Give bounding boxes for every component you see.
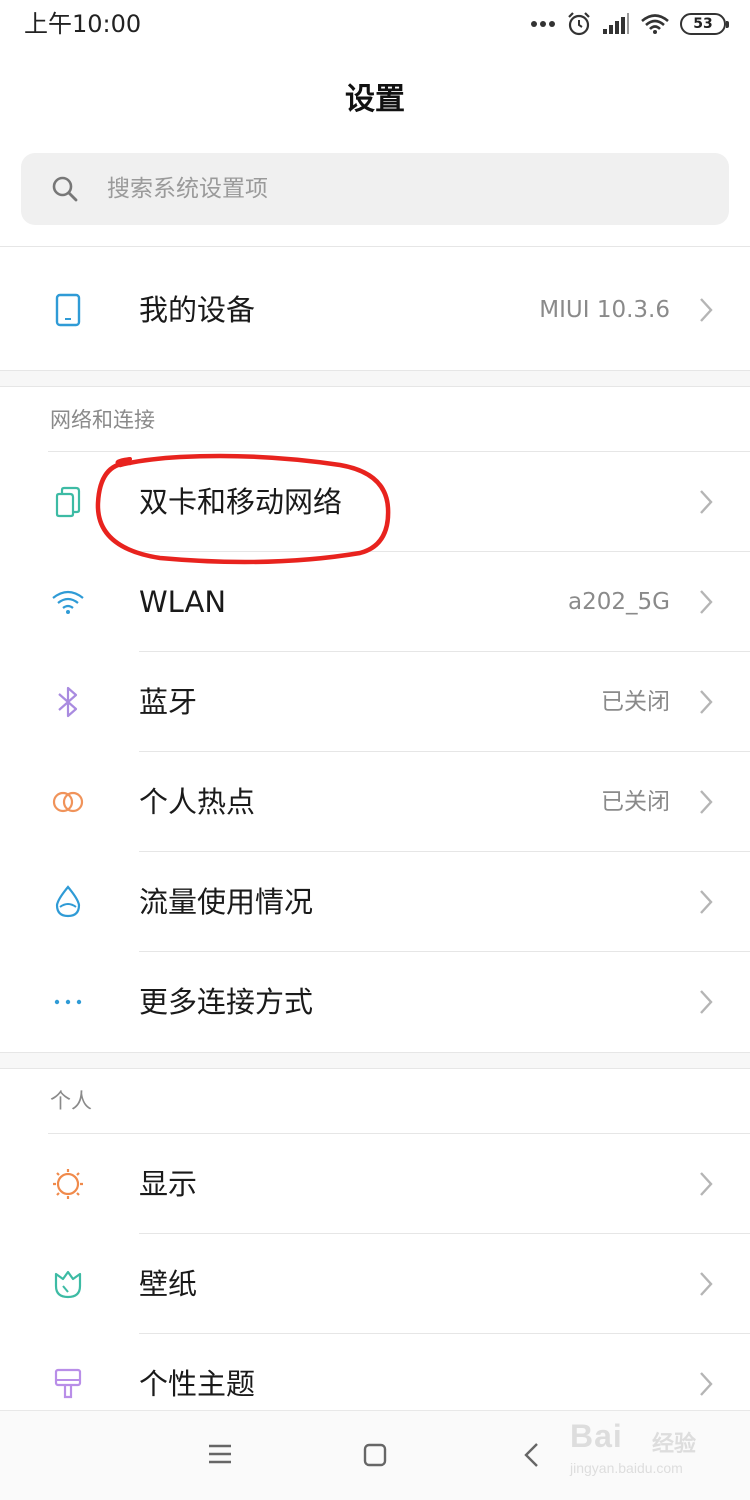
hotspot-value: 已关闭 xyxy=(601,789,670,815)
data-usage-icon xyxy=(48,882,88,922)
sim-card-icon xyxy=(48,482,88,522)
watermark-brand-cn: 经验 xyxy=(652,1432,697,1457)
alarm-icon xyxy=(566,11,592,37)
status-icons: 53 xyxy=(530,8,729,40)
chevron-right-icon xyxy=(698,488,714,520)
chevron-right-icon xyxy=(698,588,714,620)
watermark-brand: Bai xyxy=(570,1418,623,1454)
wifi-status-icon xyxy=(640,13,670,35)
display-label: 显示 xyxy=(139,1167,198,1201)
sidebar-item-bluetooth[interactable]: 蓝牙 已关闭 xyxy=(0,652,750,752)
display-sun-icon xyxy=(48,1164,88,1204)
search-input[interactable]: 搜索系统设置项 xyxy=(21,153,729,225)
sidebar-item-dual-sim[interactable]: 双卡和移动网络 xyxy=(0,452,750,552)
status-bar: 上午10:00 53 xyxy=(0,0,750,48)
signal-icon xyxy=(602,13,630,35)
section-gap xyxy=(0,370,750,387)
page-title: 设置 xyxy=(345,82,405,117)
sidebar-item-data-usage[interactable]: 流量使用情况 xyxy=(0,852,750,952)
wifi-icon xyxy=(48,582,88,622)
more-connections-label: 更多连接方式 xyxy=(139,985,314,1019)
chevron-right-icon xyxy=(698,1170,714,1202)
hotspot-label: 个人热点 xyxy=(139,785,256,819)
search-icon xyxy=(51,175,79,207)
bluetooth-label: 蓝牙 xyxy=(139,685,198,719)
chevron-right-icon xyxy=(698,788,714,820)
wlan-label: WLAN xyxy=(139,585,227,619)
phone-icon xyxy=(48,290,88,330)
divider xyxy=(0,246,750,247)
bluetooth-value: 已关闭 xyxy=(601,689,670,715)
sidebar-item-hotspot[interactable]: 个人热点 已关闭 xyxy=(0,752,750,852)
chevron-right-icon xyxy=(698,688,714,720)
sidebar-item-display[interactable]: 显示 xyxy=(0,1134,750,1234)
theme-label: 个性主题 xyxy=(139,1367,256,1401)
wallpaper-label: 壁纸 xyxy=(139,1267,198,1301)
search-placeholder: 搜索系统设置项 xyxy=(107,176,268,202)
hotspot-icon xyxy=(48,782,88,822)
status-time: 上午10:00 xyxy=(24,10,142,38)
more-dots-icon xyxy=(530,20,556,28)
section-header-personal: 个人 xyxy=(50,1089,92,1113)
dual-sim-label: 双卡和移动网络 xyxy=(139,485,343,519)
wlan-value: a202_5G xyxy=(568,589,670,615)
chevron-right-icon xyxy=(698,1270,714,1302)
my-device-label: 我的设备 xyxy=(139,293,256,327)
watermark: Bai 经验 jingyan.baidu.com xyxy=(570,1418,710,1484)
sidebar-item-wallpaper[interactable]: 壁纸 xyxy=(0,1234,750,1334)
data-usage-label: 流量使用情况 xyxy=(139,885,314,919)
back-icon[interactable] xyxy=(520,1441,544,1473)
menu-icon[interactable] xyxy=(206,1441,234,1471)
my-device-row[interactable]: 我的设备 MIUI 10.3.6 xyxy=(0,260,750,360)
section-header-network: 网络和连接 xyxy=(50,408,155,432)
bluetooth-icon xyxy=(48,682,88,722)
my-device-value: MIUI 10.3.6 xyxy=(539,297,670,323)
home-icon[interactable] xyxy=(361,1441,389,1473)
section-gap xyxy=(0,1052,750,1069)
battery-icon: 53 xyxy=(680,13,729,35)
battery-level: 53 xyxy=(693,16,713,32)
chevron-right-icon xyxy=(698,1370,714,1402)
wallpaper-icon xyxy=(48,1264,88,1304)
chevron-right-icon xyxy=(698,988,714,1020)
theme-brush-icon xyxy=(48,1364,88,1404)
chevron-right-icon xyxy=(698,888,714,920)
chevron-right-icon xyxy=(698,296,714,328)
watermark-url: jingyan.baidu.com xyxy=(570,1460,683,1476)
sidebar-item-more-connections[interactable]: 更多连接方式 xyxy=(0,952,750,1052)
more-connections-icon xyxy=(48,982,88,1022)
sidebar-item-wlan[interactable]: WLAN a202_5G xyxy=(0,552,750,652)
